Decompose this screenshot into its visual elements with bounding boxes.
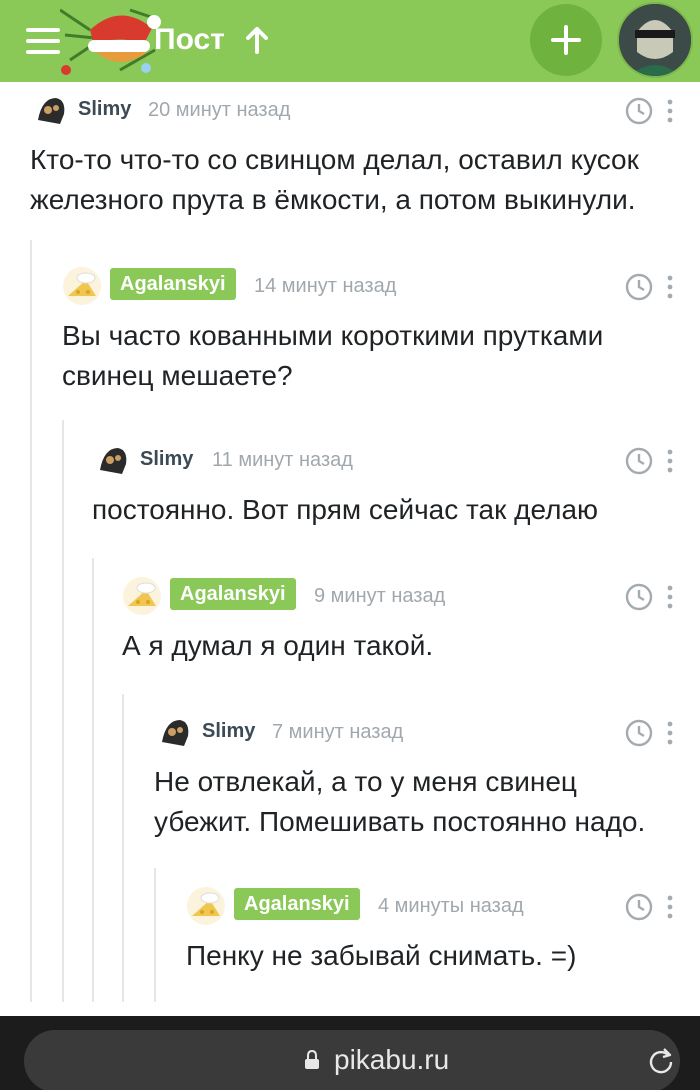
- comment: Agalanskyi 9 минут назад А я думал я оди…: [122, 576, 680, 666]
- address-bar[interactable]: pikabu.ru: [24, 1030, 680, 1090]
- comment-time: 11 минут назад: [212, 449, 353, 471]
- up-arrow-icon[interactable]: [246, 26, 268, 54]
- more-options-icon[interactable]: [666, 895, 674, 919]
- comment-time: 20 минут назад: [148, 99, 291, 121]
- author-avatar[interactable]: [186, 886, 226, 926]
- author-name[interactable]: Agalanskyi: [170, 578, 296, 610]
- more-options-icon[interactable]: [666, 585, 674, 609]
- thread-line: [122, 694, 124, 1002]
- clock-icon[interactable]: [624, 718, 654, 748]
- comment-text: Пенку не забывай снимать. =): [186, 940, 577, 971]
- plus-icon: [551, 25, 581, 55]
- browser-bar: pikabu.ru: [0, 1016, 700, 1090]
- comment-time: 14 минут назад: [254, 275, 397, 297]
- comment-text: Кто-то что-то со свинцом делал, оставил …: [30, 144, 639, 215]
- thread-line: [154, 868, 156, 1002]
- author-name[interactable]: Slimy: [140, 447, 193, 471]
- clock-icon[interactable]: [624, 96, 654, 126]
- comment: Slimy 11 минут назад постоянно. Вот прям…: [92, 440, 680, 530]
- more-options-icon[interactable]: [666, 99, 674, 123]
- add-post-button[interactable]: [530, 4, 602, 76]
- comment-time: 4 минуты назад: [378, 895, 524, 917]
- author-name[interactable]: Slimy: [202, 719, 255, 743]
- thread-line: [92, 558, 94, 1002]
- more-options-icon[interactable]: [666, 275, 674, 299]
- comment: Agalanskyi 4 минуты назад Пенку не забыв…: [186, 886, 680, 976]
- more-options-icon[interactable]: [666, 449, 674, 473]
- clock-icon[interactable]: [624, 272, 654, 302]
- comment-text: Вы часто кованными короткими прутками св…: [62, 320, 604, 391]
- clock-icon[interactable]: [624, 582, 654, 612]
- thread-line: [30, 240, 32, 1002]
- user-avatar[interactable]: [617, 2, 693, 78]
- comment-text: постоянно. Вот прям сейчас так делаю: [92, 494, 599, 525]
- author-name[interactable]: Agalanskyi: [110, 268, 236, 300]
- author-avatar[interactable]: [122, 576, 162, 616]
- lock-icon: [305, 1050, 319, 1069]
- author-avatar[interactable]: [92, 440, 132, 480]
- comment: Agalanskyi 14 минут назад Вы часто кован…: [62, 266, 680, 396]
- url-text: pikabu.ru: [334, 1044, 450, 1075]
- reload-icon[interactable]: [646, 1046, 676, 1076]
- page-title[interactable]: Пост: [154, 20, 225, 60]
- app-header: Пост: [0, 0, 700, 82]
- author-name[interactable]: Agalanskyi: [234, 888, 360, 920]
- author-avatar[interactable]: [62, 266, 102, 306]
- comment-time: 9 минут назад: [314, 585, 446, 607]
- comment-text: Не отвлекай, а то у меня свинец убежит. …: [154, 766, 646, 837]
- comment-text: А я думал я один такой.: [122, 630, 434, 661]
- menu-icon[interactable]: [26, 26, 62, 56]
- comment: Slimy 20 минут назад Кто-то что-то со св…: [30, 90, 680, 220]
- thread-line: [62, 420, 64, 1002]
- comment-time: 7 минут назад: [272, 721, 404, 743]
- author-avatar[interactable]: [154, 712, 194, 752]
- clock-icon[interactable]: [624, 892, 654, 922]
- author-name[interactable]: Slimy: [78, 97, 131, 121]
- comment: Slimy 7 минут назад Не отвлекай, а то у …: [154, 712, 680, 842]
- avatar-image: [619, 4, 691, 76]
- more-options-icon[interactable]: [666, 721, 674, 745]
- author-avatar[interactable]: [30, 90, 70, 130]
- clock-icon[interactable]: [624, 446, 654, 476]
